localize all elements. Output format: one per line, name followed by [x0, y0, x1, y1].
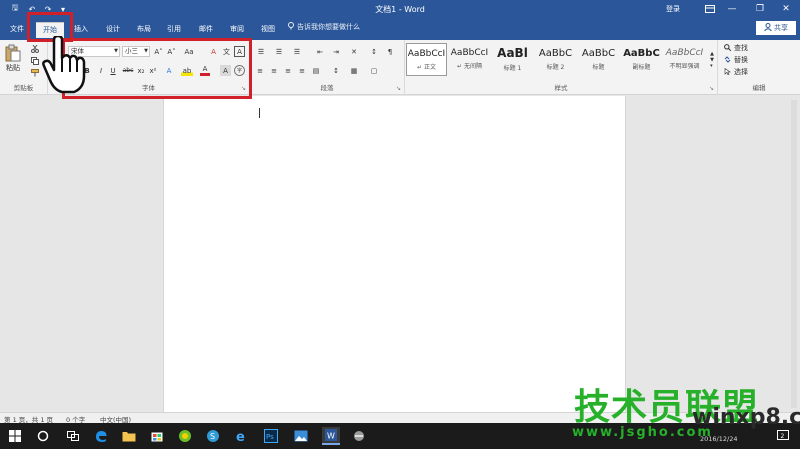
paragraph-dialog-launcher-icon[interactable]: ↘	[396, 85, 401, 92]
editing-group: 查找 替换 选择 编辑	[718, 40, 800, 95]
justify-button[interactable]: ≡	[296, 65, 308, 76]
tool-icon[interactable]	[350, 427, 368, 445]
restore-button[interactable]: ❐	[750, 2, 770, 16]
styles-gallery: AaBbCcI ↵ 正文 AaBbCcI ↵ 无间隔 AaBl 标题 1 AaB…	[406, 43, 706, 76]
style-heading-1[interactable]: AaBl 标题 1	[492, 43, 533, 76]
clipboard-group: 粘贴 剪贴板	[0, 40, 48, 95]
ribbon-tab-row: 文件 开始 插入 设计 布局 引用 邮件 审阅 视图	[0, 18, 800, 40]
cortana-icon[interactable]	[34, 427, 52, 445]
tell-me-text: 告诉我你想要做什么	[297, 23, 360, 31]
minimize-button[interactable]: —	[722, 2, 742, 16]
style-subtle-emphasis[interactable]: AaBbCcI 不明显强调	[664, 43, 705, 76]
sogou-icon[interactable]: S	[204, 427, 222, 445]
tab-design[interactable]: 设计	[102, 22, 124, 38]
styles-scroll[interactable]: ▲ ▼ ▾	[708, 43, 716, 76]
styles-group-label: 样式	[554, 84, 568, 92]
align-left-button[interactable]: ≡	[254, 65, 266, 76]
select-label: 选择	[734, 68, 748, 76]
chinese-layout-button[interactable]: ✕	[348, 46, 360, 57]
bullets-button[interactable]: ☰	[254, 46, 268, 57]
replace-icon	[724, 55, 731, 65]
styles-dialog-launcher-icon[interactable]: ↘	[709, 85, 714, 92]
tab-references[interactable]: 引用	[163, 22, 185, 38]
tab-review[interactable]: 审阅	[226, 22, 248, 38]
store-icon[interactable]	[148, 427, 166, 445]
clipboard-group-label: 剪贴板	[13, 84, 34, 92]
copy-icon[interactable]	[30, 56, 40, 65]
style-heading-2[interactable]: AaBbC 标题 2	[535, 43, 576, 76]
svg-text:W: W	[327, 432, 335, 441]
tab-mailings[interactable]: 邮件	[195, 22, 217, 38]
style-no-spacing[interactable]: AaBbCcI ↵ 无间隔	[449, 43, 490, 76]
distributed-button[interactable]: ▤	[310, 65, 322, 76]
ribbon-display-options-icon[interactable]	[700, 2, 720, 16]
multilevel-list-button[interactable]: ☰	[290, 46, 304, 57]
select-button[interactable]: 选择	[724, 67, 764, 77]
paragraph-group-label: 段落	[320, 84, 334, 92]
site-watermark: 技术员联盟 winxp8.com www.jsgho.com	[566, 378, 800, 448]
format-painter-icon[interactable]	[30, 68, 40, 77]
styles-group: AaBbCcI ↵ 正文 AaBbCcI ↵ 无间隔 AaBl 标题 1 AaB…	[405, 40, 718, 95]
tab-view[interactable]: 视图	[257, 22, 279, 38]
cut-icon[interactable]	[30, 44, 40, 53]
svg-text:Ps: Ps	[266, 433, 274, 441]
photos-icon[interactable]	[292, 427, 310, 445]
svg-text:S: S	[210, 432, 215, 441]
document-page[interactable]	[163, 96, 626, 412]
360-browser-icon[interactable]	[176, 427, 194, 445]
person-icon	[764, 23, 772, 33]
watermark-url: www.jsgho.com	[572, 425, 713, 440]
tell-me-box[interactable]: 告诉我你想要做什么	[288, 22, 360, 32]
style-subtitle[interactable]: AaBbC 副标题	[621, 43, 662, 76]
task-view-icon[interactable]	[64, 427, 82, 445]
lightbulb-icon	[288, 22, 294, 32]
save-icon[interactable]: 🖫	[8, 3, 22, 15]
tab-layout[interactable]: 布局	[133, 22, 155, 38]
text-cursor	[259, 108, 260, 118]
pointing-hand-cursor-icon	[42, 34, 88, 94]
align-center-button[interactable]: ≡	[268, 65, 280, 76]
login-link[interactable]: 登录	[666, 4, 680, 14]
numbering-button[interactable]: ☰	[272, 46, 286, 57]
show-marks-button[interactable]: ¶	[384, 46, 396, 57]
file-explorer-icon[interactable]	[120, 427, 138, 445]
share-label: 共享	[774, 24, 788, 32]
edge-icon[interactable]	[92, 427, 110, 445]
share-button[interactable]: 共享	[756, 21, 796, 35]
close-button[interactable]: ✕	[776, 2, 796, 16]
shading-button[interactable]: ▦	[348, 65, 360, 76]
font-group-highlight	[62, 38, 252, 99]
paste-button[interactable]: 粘贴	[2, 63, 24, 73]
tab-file[interactable]: 文件	[6, 22, 28, 38]
sort-button[interactable]: ↕	[368, 46, 380, 57]
paragraph-group: ☰ ☰ ☰ ⇤ ⇥ ✕ ↕ ¶ ≡ ≡ ≡ ≡ ▤ ↕ ▦ ▢ 段落 ↘	[250, 40, 405, 95]
svg-text:e: e	[236, 430, 245, 443]
borders-button[interactable]: ▢	[368, 65, 380, 76]
search-icon	[724, 43, 732, 53]
find-button[interactable]: 查找	[724, 43, 764, 53]
replace-button[interactable]: 替换	[724, 55, 764, 65]
title-bar: 🖫 ↶ ↷ ▾ 文档1 - Word 登录 — ❐ ✕	[0, 0, 800, 18]
vertical-scrollbar[interactable]	[791, 100, 797, 408]
replace-label: 替换	[734, 56, 748, 64]
document-area	[0, 96, 800, 412]
align-right-button[interactable]: ≡	[282, 65, 294, 76]
window-title: 文档1 - Word	[375, 5, 425, 14]
word-taskbar-icon[interactable]: W	[322, 427, 340, 445]
internet-explorer-icon[interactable]: e	[232, 427, 250, 445]
photoshop-icon[interactable]: Ps	[262, 427, 280, 445]
line-spacing-button[interactable]: ↕	[330, 65, 342, 76]
paste-icon[interactable]	[3, 43, 23, 63]
increase-indent-button[interactable]: ⇥	[330, 46, 342, 57]
select-cursor-icon	[724, 67, 731, 77]
style-title[interactable]: AaBbC 标题	[578, 43, 619, 76]
windows-start-icon[interactable]	[6, 427, 24, 445]
style-normal[interactable]: AaBbCcI ↵ 正文	[406, 43, 447, 76]
decrease-indent-button[interactable]: ⇤	[314, 46, 326, 57]
editing-group-label: 编辑	[752, 84, 766, 92]
find-label: 查找	[734, 44, 748, 52]
